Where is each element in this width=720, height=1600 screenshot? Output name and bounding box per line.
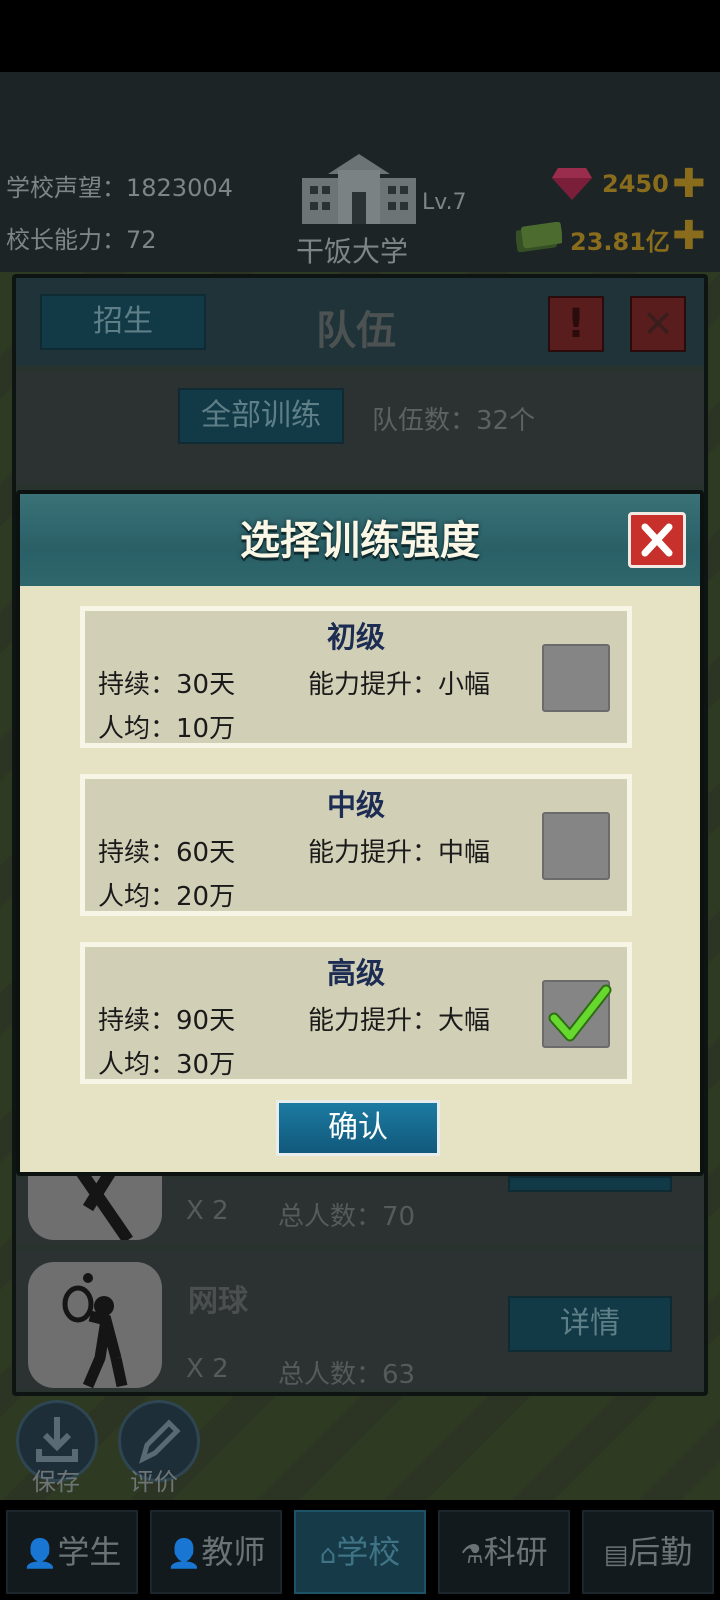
duration-label: 持续： <box>98 838 177 868</box>
school-icon: ⌂ <box>319 1540 337 1570</box>
close-icon <box>641 523 673 557</box>
tab-students[interactable]: 👤学生 <box>6 1510 138 1594</box>
duration-label: 持续： <box>98 1006 177 1036</box>
cost-label: 人均： <box>98 1050 177 1080</box>
row1-total: 总人数：70 <box>278 1196 415 1233</box>
add-money-plus-icon[interactable]: ✚ <box>672 216 706 256</box>
row2-multiplier: X 2 <box>186 1354 229 1384</box>
teacher-icon: 👤 <box>166 1537 202 1570</box>
option-beginner-duration: 持续：30天 <box>98 664 235 701</box>
student-icon: 👤 <box>22 1537 58 1570</box>
team-count-value: 32个 <box>476 406 536 436</box>
team-count-label: 队伍数： <box>372 406 477 436</box>
option-intermediate-duration: 持续：60天 <box>98 832 235 869</box>
gem-icon <box>552 168 592 204</box>
school-level: Lv.7 <box>422 190 467 215</box>
option-intermediate-checkbox[interactable] <box>542 812 610 880</box>
row2-total: 总人数：63 <box>278 1354 415 1391</box>
tab-label: 学校 <box>336 1533 401 1571</box>
status-bar <box>0 0 720 72</box>
cost-value: 30万 <box>176 1050 236 1080</box>
option-advanced-cost: 人均：30万 <box>98 1044 235 1081</box>
option-intermediate-cost: 人均：20万 <box>98 876 235 913</box>
duration-value: 60天 <box>176 838 236 868</box>
reputation-value: 1823004 <box>126 174 233 202</box>
row1-multiplier: X 2 <box>186 1196 229 1226</box>
row2-total-value: 63 <box>382 1360 416 1390</box>
duration-value: 90天 <box>176 1006 236 1036</box>
option-advanced-checkbox[interactable] <box>542 980 612 1048</box>
clipboard-icon: ▤ <box>603 1540 629 1570</box>
boost-value: 小幅 <box>438 670 491 700</box>
save-label: 保存 <box>32 1468 80 1496</box>
boost-label: 能力提升： <box>308 1006 439 1036</box>
cost-label: 人均： <box>98 714 177 744</box>
boost-value: 大幅 <box>438 1006 491 1036</box>
boost-label: 能力提升： <box>308 838 439 868</box>
boost-value: 中幅 <box>438 838 491 868</box>
row1-detail-button[interactable] <box>508 1176 672 1192</box>
option-advanced-boost: 能力提升：大幅 <box>308 1000 490 1037</box>
train-all-button[interactable]: 全部训练 <box>178 388 344 444</box>
close-dialog-button[interactable] <box>628 512 686 568</box>
tab-research[interactable]: ⚗科研 <box>438 1510 570 1594</box>
confirm-button[interactable]: 确认 <box>276 1100 440 1156</box>
tab-label: 教师 <box>201 1533 266 1571</box>
money-amount: 23.81亿 <box>570 228 670 256</box>
cost-value: 20万 <box>176 882 236 912</box>
school-building-icon[interactable] <box>300 152 418 230</box>
tab-label: 学生 <box>57 1533 122 1571</box>
team-toolbar <box>16 372 704 484</box>
tab-school[interactable]: ⌂学校 <box>294 1510 426 1594</box>
cost-value: 10万 <box>176 714 236 744</box>
dialog-title: 选择训练强度 <box>240 518 480 564</box>
duration-label: 持续： <box>98 670 177 700</box>
team-count: 队伍数：32个 <box>372 400 535 437</box>
boost-label: 能力提升： <box>308 670 439 700</box>
row1-total-label: 总人数： <box>278 1202 383 1232</box>
team-panel-title: 队伍 <box>316 308 396 354</box>
option-beginner-checkbox[interactable] <box>542 644 610 712</box>
flask-icon: ⚗ <box>460 1540 484 1570</box>
checkmark-icon <box>548 984 612 1042</box>
principal-label: 校长能力： <box>6 226 126 254</box>
reputation-label: 学校声望： <box>6 174 126 202</box>
recruit-button[interactable]: 招生 <box>40 294 206 350</box>
option-advanced-duration: 持续：90天 <box>98 1000 235 1037</box>
money-icon <box>515 221 563 256</box>
tab-logistics[interactable]: ▤后勤 <box>582 1510 714 1594</box>
row2-total-label: 总人数： <box>278 1360 383 1390</box>
principal-stat: 校长能力：72 <box>6 220 157 255</box>
tab-teachers[interactable]: 👤教师 <box>150 1510 282 1594</box>
reputation-stat: 学校声望：1823004 <box>6 168 233 203</box>
option-beginner-boost: 能力提升：小幅 <box>308 664 490 701</box>
tab-label: 科研 <box>483 1533 548 1571</box>
sport-icon-tennis <box>28 1262 162 1389</box>
alert-icon[interactable]: ! <box>548 296 604 352</box>
duration-value: 30天 <box>176 670 236 700</box>
school-name: 干饭大学 <box>296 235 409 268</box>
cost-label: 人均： <box>98 882 177 912</box>
row1-total-value: 70 <box>382 1202 416 1232</box>
principal-value: 72 <box>126 226 157 254</box>
gem-count: 2450 <box>602 170 669 198</box>
rate-label: 评价 <box>130 1468 178 1496</box>
tab-label: 后勤 <box>628 1533 693 1571</box>
row2-detail-button[interactable]: 详情 <box>508 1296 672 1352</box>
close-team-panel-icon[interactable]: ✕ <box>630 296 686 352</box>
row2-name: 网球 <box>188 1284 248 1319</box>
add-gems-plus-icon[interactable]: ✚ <box>672 164 706 204</box>
option-intermediate-boost: 能力提升：中幅 <box>308 832 490 869</box>
option-beginner-cost: 人均：10万 <box>98 708 235 745</box>
